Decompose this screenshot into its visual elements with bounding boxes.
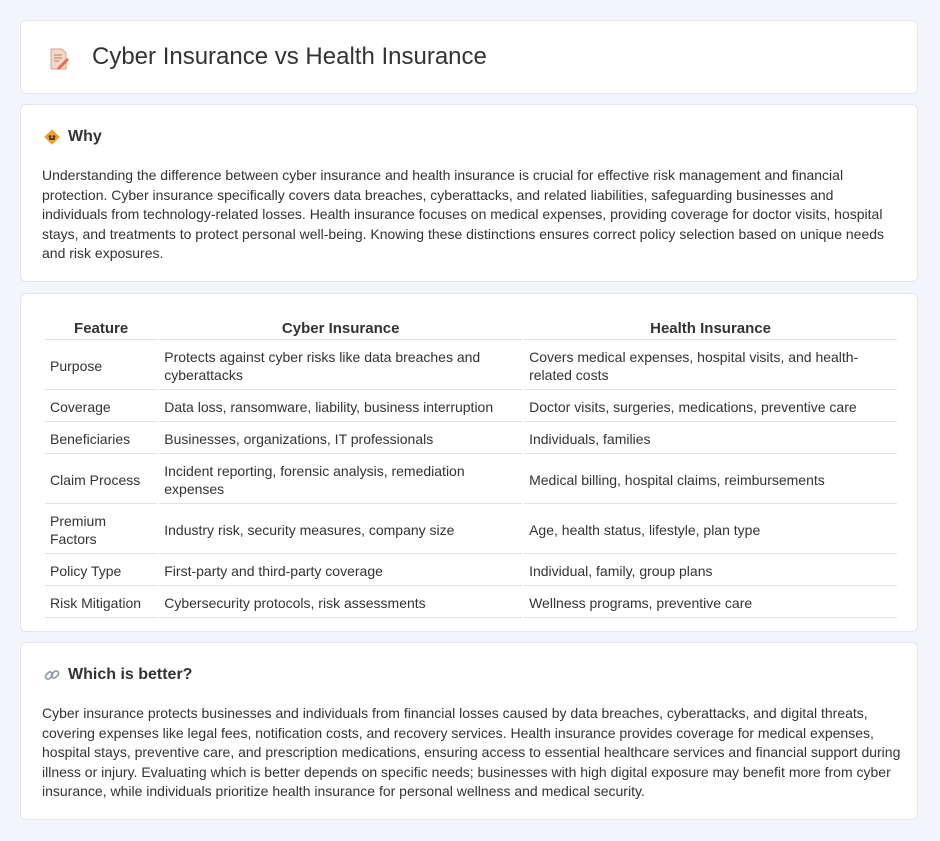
cyber-cell: Protects against cyber risks like data b…: [159, 342, 523, 390]
table-row: Risk Mitigation Cybersecurity protocols,…: [45, 588, 897, 618]
table-row: Premium Factors Industry risk, security …: [45, 506, 897, 554]
health-cell: Age, health status, lifestyle, plan type: [524, 506, 897, 554]
health-cell: Individual, family, group plans: [524, 556, 897, 586]
cyber-cell: Industry risk, security measures, compan…: [159, 506, 523, 554]
document-pencil-icon: [50, 48, 69, 70]
table-row: Beneficiaries Businesses, organizations,…: [45, 424, 897, 454]
feature-cell: Claim Process: [45, 456, 158, 504]
comparison-section: Feature Cyber Insurance Health Insurance…: [20, 293, 918, 632]
feature-cell: Purpose: [45, 342, 158, 390]
cyber-cell: Incident reporting, forensic analysis, r…: [159, 456, 523, 504]
column-header-feature: Feature: [45, 316, 158, 340]
health-cell: Covers medical expenses, hospital visits…: [524, 342, 897, 390]
header-card: Cyber Insurance vs Health Insurance: [20, 20, 918, 94]
which-better-section: Which is better? Cyber insurance protect…: [20, 642, 918, 820]
table-row: Claim Process Incident reporting, forens…: [45, 456, 897, 504]
table-row: Purpose Protects against cyber risks lik…: [45, 342, 897, 390]
better-heading: Which is better?: [43, 665, 192, 685]
cyber-cell: Cybersecurity protocols, risk assessment…: [159, 588, 523, 618]
better-title: Which is better?: [68, 666, 193, 683]
page-title: Cyber Insurance vs Health Insurance: [92, 43, 487, 70]
better-text: Cyber insurance protects businesses and …: [42, 705, 901, 800]
health-cell: Wellness programs, preventive care: [524, 588, 897, 618]
feature-cell: Risk Mitigation: [45, 588, 158, 618]
why-heading: Why: [43, 127, 102, 147]
health-cell: Individuals, families: [524, 424, 897, 454]
feature-cell: Coverage: [45, 392, 158, 422]
table-header-row: Feature Cyber Insurance Health Insurance: [45, 316, 897, 340]
cyber-cell: Data loss, ransomware, liability, busine…: [159, 392, 523, 422]
feature-cell: Premium Factors: [45, 506, 158, 554]
comparison-table: Feature Cyber Insurance Health Insurance…: [43, 314, 899, 620]
feature-cell: Policy Type: [45, 556, 158, 586]
health-cell: Doctor visits, surgeries, medications, p…: [524, 392, 897, 422]
column-header-health: Health Insurance: [524, 316, 897, 340]
table-row: Coverage Data loss, ransomware, liabilit…: [45, 392, 897, 422]
why-text: Understanding the difference between cyb…: [42, 167, 885, 262]
feature-cell: Beneficiaries: [45, 424, 158, 454]
link-icon: [44, 670, 60, 680]
why-section: Why Understanding the difference between…: [20, 104, 918, 282]
health-cell: Medical billing, hospital claims, reimbu…: [524, 456, 897, 504]
column-header-cyber: Cyber Insurance: [159, 316, 523, 340]
why-title: Why: [68, 128, 102, 145]
cyber-cell: First-party and third-party coverage: [159, 556, 523, 586]
table-row: Policy Type First-party and third-party …: [45, 556, 897, 586]
diamond-sign-icon: [44, 129, 60, 145]
cyber-cell: Businesses, organizations, IT profession…: [159, 424, 523, 454]
